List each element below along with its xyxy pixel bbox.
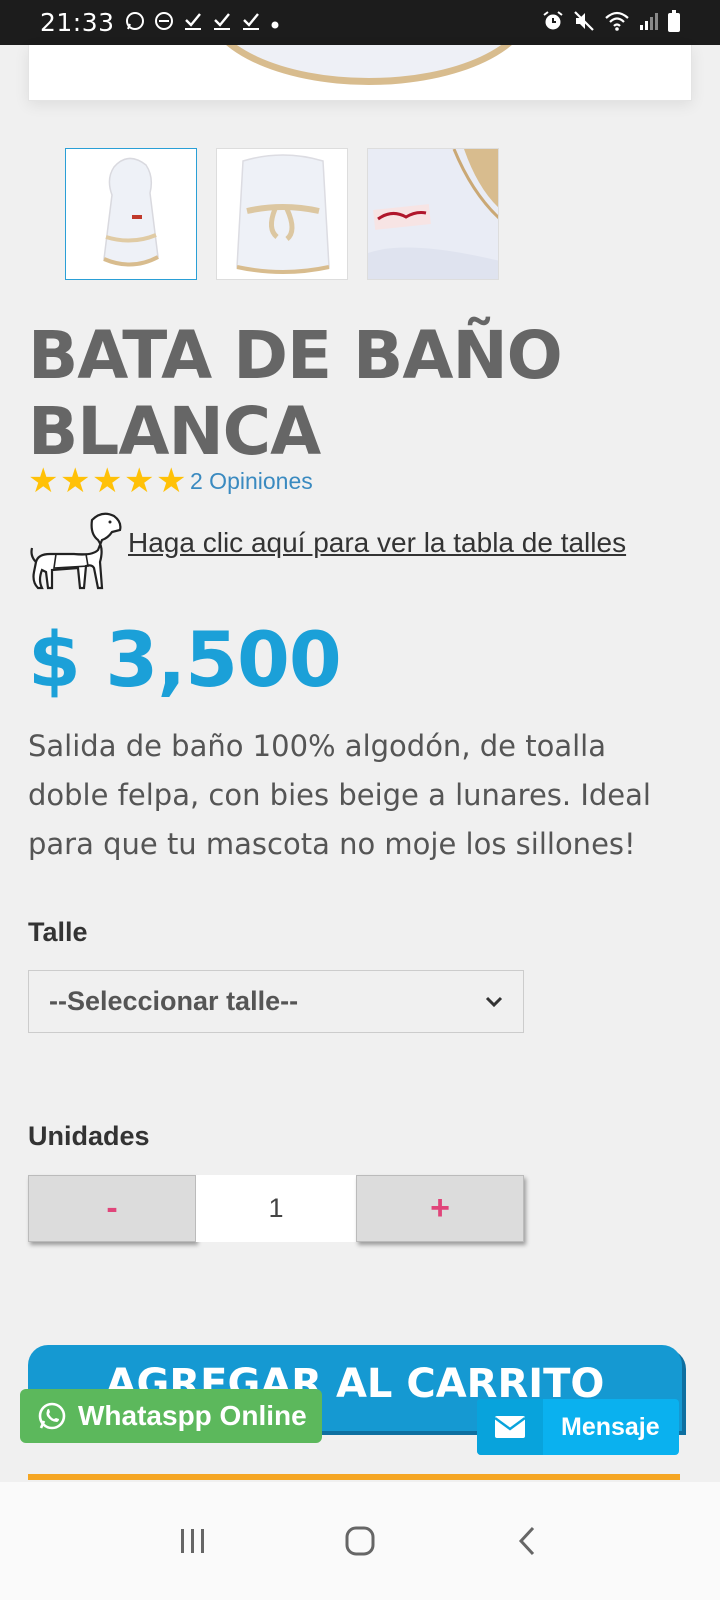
wifi-icon [604, 10, 630, 35]
size-select[interactable]: --Seleccionar talle-- [28, 970, 524, 1033]
quantity-input[interactable]: 1 [196, 1175, 356, 1242]
status-time: 21:33 [40, 8, 115, 37]
increment-button[interactable]: + [356, 1175, 524, 1242]
status-bar: 21:33 [0, 0, 720, 45]
size-chart-link[interactable]: Haga clic aquí para ver la tabla de tall… [128, 527, 626, 559]
system-nav-bar [0, 1482, 720, 1600]
robe-image-edge [204, 45, 534, 85]
back-icon [518, 1526, 534, 1556]
back-button[interactable] [497, 1511, 557, 1571]
chevron-down-icon [485, 996, 503, 1007]
message-label: Mensaje [561, 1412, 660, 1441]
whatsapp-icon [125, 11, 145, 34]
quantity-stepper: - 1 + [28, 1175, 524, 1242]
size-select-value: --Seleccionar talle-- [49, 986, 299, 1016]
size-label: Talle [28, 917, 88, 947]
units-label: Unidades [28, 1121, 150, 1151]
star-icon: ★ [156, 462, 187, 500]
opinions-link[interactable]: 2 Opiniones [190, 468, 313, 495]
status-icons-left [125, 11, 280, 34]
decrement-button[interactable]: - [28, 1175, 196, 1242]
product-price: $ 3,500 [28, 615, 342, 704]
main-product-image[interactable] [28, 45, 692, 101]
rating-stars: ★ ★ ★ ★ ★ [28, 464, 188, 498]
thumbnail-robe-label[interactable] [367, 148, 499, 280]
star-icon: ★ [92, 462, 123, 500]
home-button[interactable] [330, 1511, 390, 1571]
star-icon: ★ [124, 462, 155, 500]
product-rating: ★ ★ ★ ★ ★ 2 Opiniones [28, 464, 313, 498]
check-icon [212, 11, 232, 34]
product-description: Salida de baño 100% algodón, de toalla d… [28, 729, 651, 861]
check-icon [241, 11, 261, 34]
battery-icon [668, 10, 680, 32]
mail-icon-box [477, 1399, 543, 1455]
whatsapp-label: Whataspp Online [78, 1400, 307, 1431]
do-not-disturb-icon [154, 11, 174, 34]
message-button[interactable]: Mensaje [477, 1399, 679, 1455]
dog-icon [30, 512, 122, 590]
thumbnail-robe-front[interactable] [65, 148, 197, 280]
product-title: BATA DE BAÑO BLANCA [28, 317, 563, 470]
star-icon: ★ [28, 462, 59, 500]
divider [28, 1474, 680, 1480]
recent-apps-icon [181, 1529, 205, 1553]
thumbnail-gallery [65, 148, 499, 280]
whatsapp-button[interactable]: Whataspp Online [20, 1389, 322, 1443]
signal-icon [639, 11, 659, 34]
dot-icon [270, 13, 280, 33]
thumbnail-robe-back[interactable] [216, 148, 348, 280]
check-icon [183, 11, 203, 34]
recent-apps-button[interactable] [163, 1511, 223, 1571]
star-icon: ★ [60, 462, 91, 500]
status-icons-right [542, 10, 680, 35]
mail-icon [494, 1416, 526, 1438]
size-chart[interactable]: Haga clic aquí para ver la tabla de tall… [28, 510, 626, 592]
alarm-icon [542, 10, 564, 35]
home-icon [345, 1526, 375, 1556]
whatsapp-icon [38, 1402, 66, 1430]
mute-icon [573, 10, 595, 35]
